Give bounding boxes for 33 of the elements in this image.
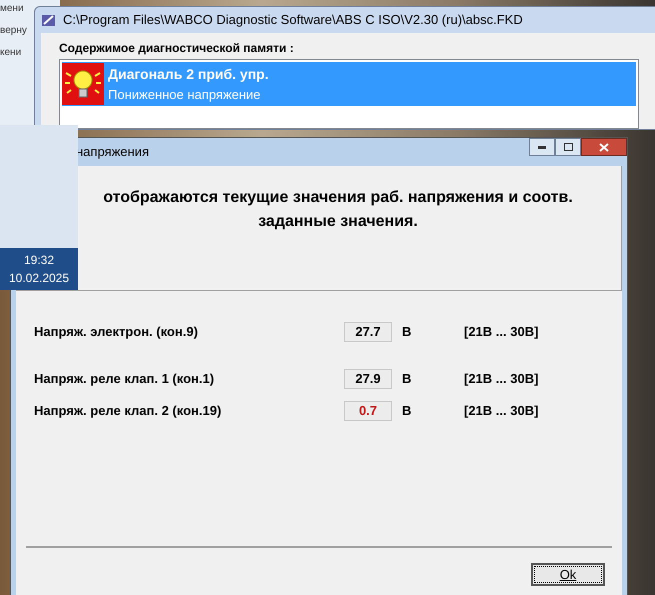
clock-time: 19:32: [24, 252, 54, 269]
ok-button[interactable]: Ok: [531, 563, 605, 586]
clock-date: 10.02.2025: [8, 270, 70, 287]
range-label: [21В ... 30В]: [464, 402, 538, 420]
value-field: 0.7: [344, 401, 392, 421]
window-title: C:\Program Files\WABCO Diagnostic Software\ABS C ISO\V2.30 (ru)\absc.FKD: [63, 11, 523, 30]
fault-description: Пониженное напряжение: [108, 86, 262, 104]
window-text-fragment: кени: [0, 46, 22, 60]
range-label: [21В ... 30В]: [464, 323, 538, 342]
maximize-button[interactable]: [555, 138, 581, 156]
dialog-heading: отображаются текущие значения раб. напряжения и соотв. заданные значения.: [102, 188, 574, 232]
window-text-fragment: верну: [0, 24, 28, 38]
close-icon: [599, 142, 609, 152]
measurement-label: Напряж. реле клап. 1 (кон.1): [34, 370, 216, 388]
taskbar-clock[interactable]: 19:32 10.02.2025: [0, 248, 78, 290]
unit-label: В: [402, 323, 412, 342]
minimize-icon: [538, 146, 546, 148]
value-field: 27.7: [344, 322, 392, 342]
close-button[interactable]: [581, 138, 627, 156]
app-icon: [41, 12, 57, 28]
minimize-button[interactable]: [529, 138, 555, 156]
unit-label: В: [402, 402, 412, 420]
memory-label: Содержимое диагностической памяти :: [59, 40, 295, 57]
measurement-label: Напряж. реле клап. 2 (кон.19): [34, 402, 222, 420]
maximize-icon: [564, 143, 572, 151]
light-bulb-icon: [62, 63, 104, 105]
range-label: [21В ... 30В]: [464, 370, 538, 388]
measurement-label: Напряж. электрон. (кон.9): [34, 323, 199, 342]
fault-title: Диагональ 2 приб. упр.: [108, 64, 269, 84]
value-field: 27.9: [344, 369, 392, 389]
unit-label: В: [402, 370, 412, 388]
dialog-title: напряжения: [76, 143, 149, 162]
window-text-fragment: мени: [0, 2, 25, 16]
